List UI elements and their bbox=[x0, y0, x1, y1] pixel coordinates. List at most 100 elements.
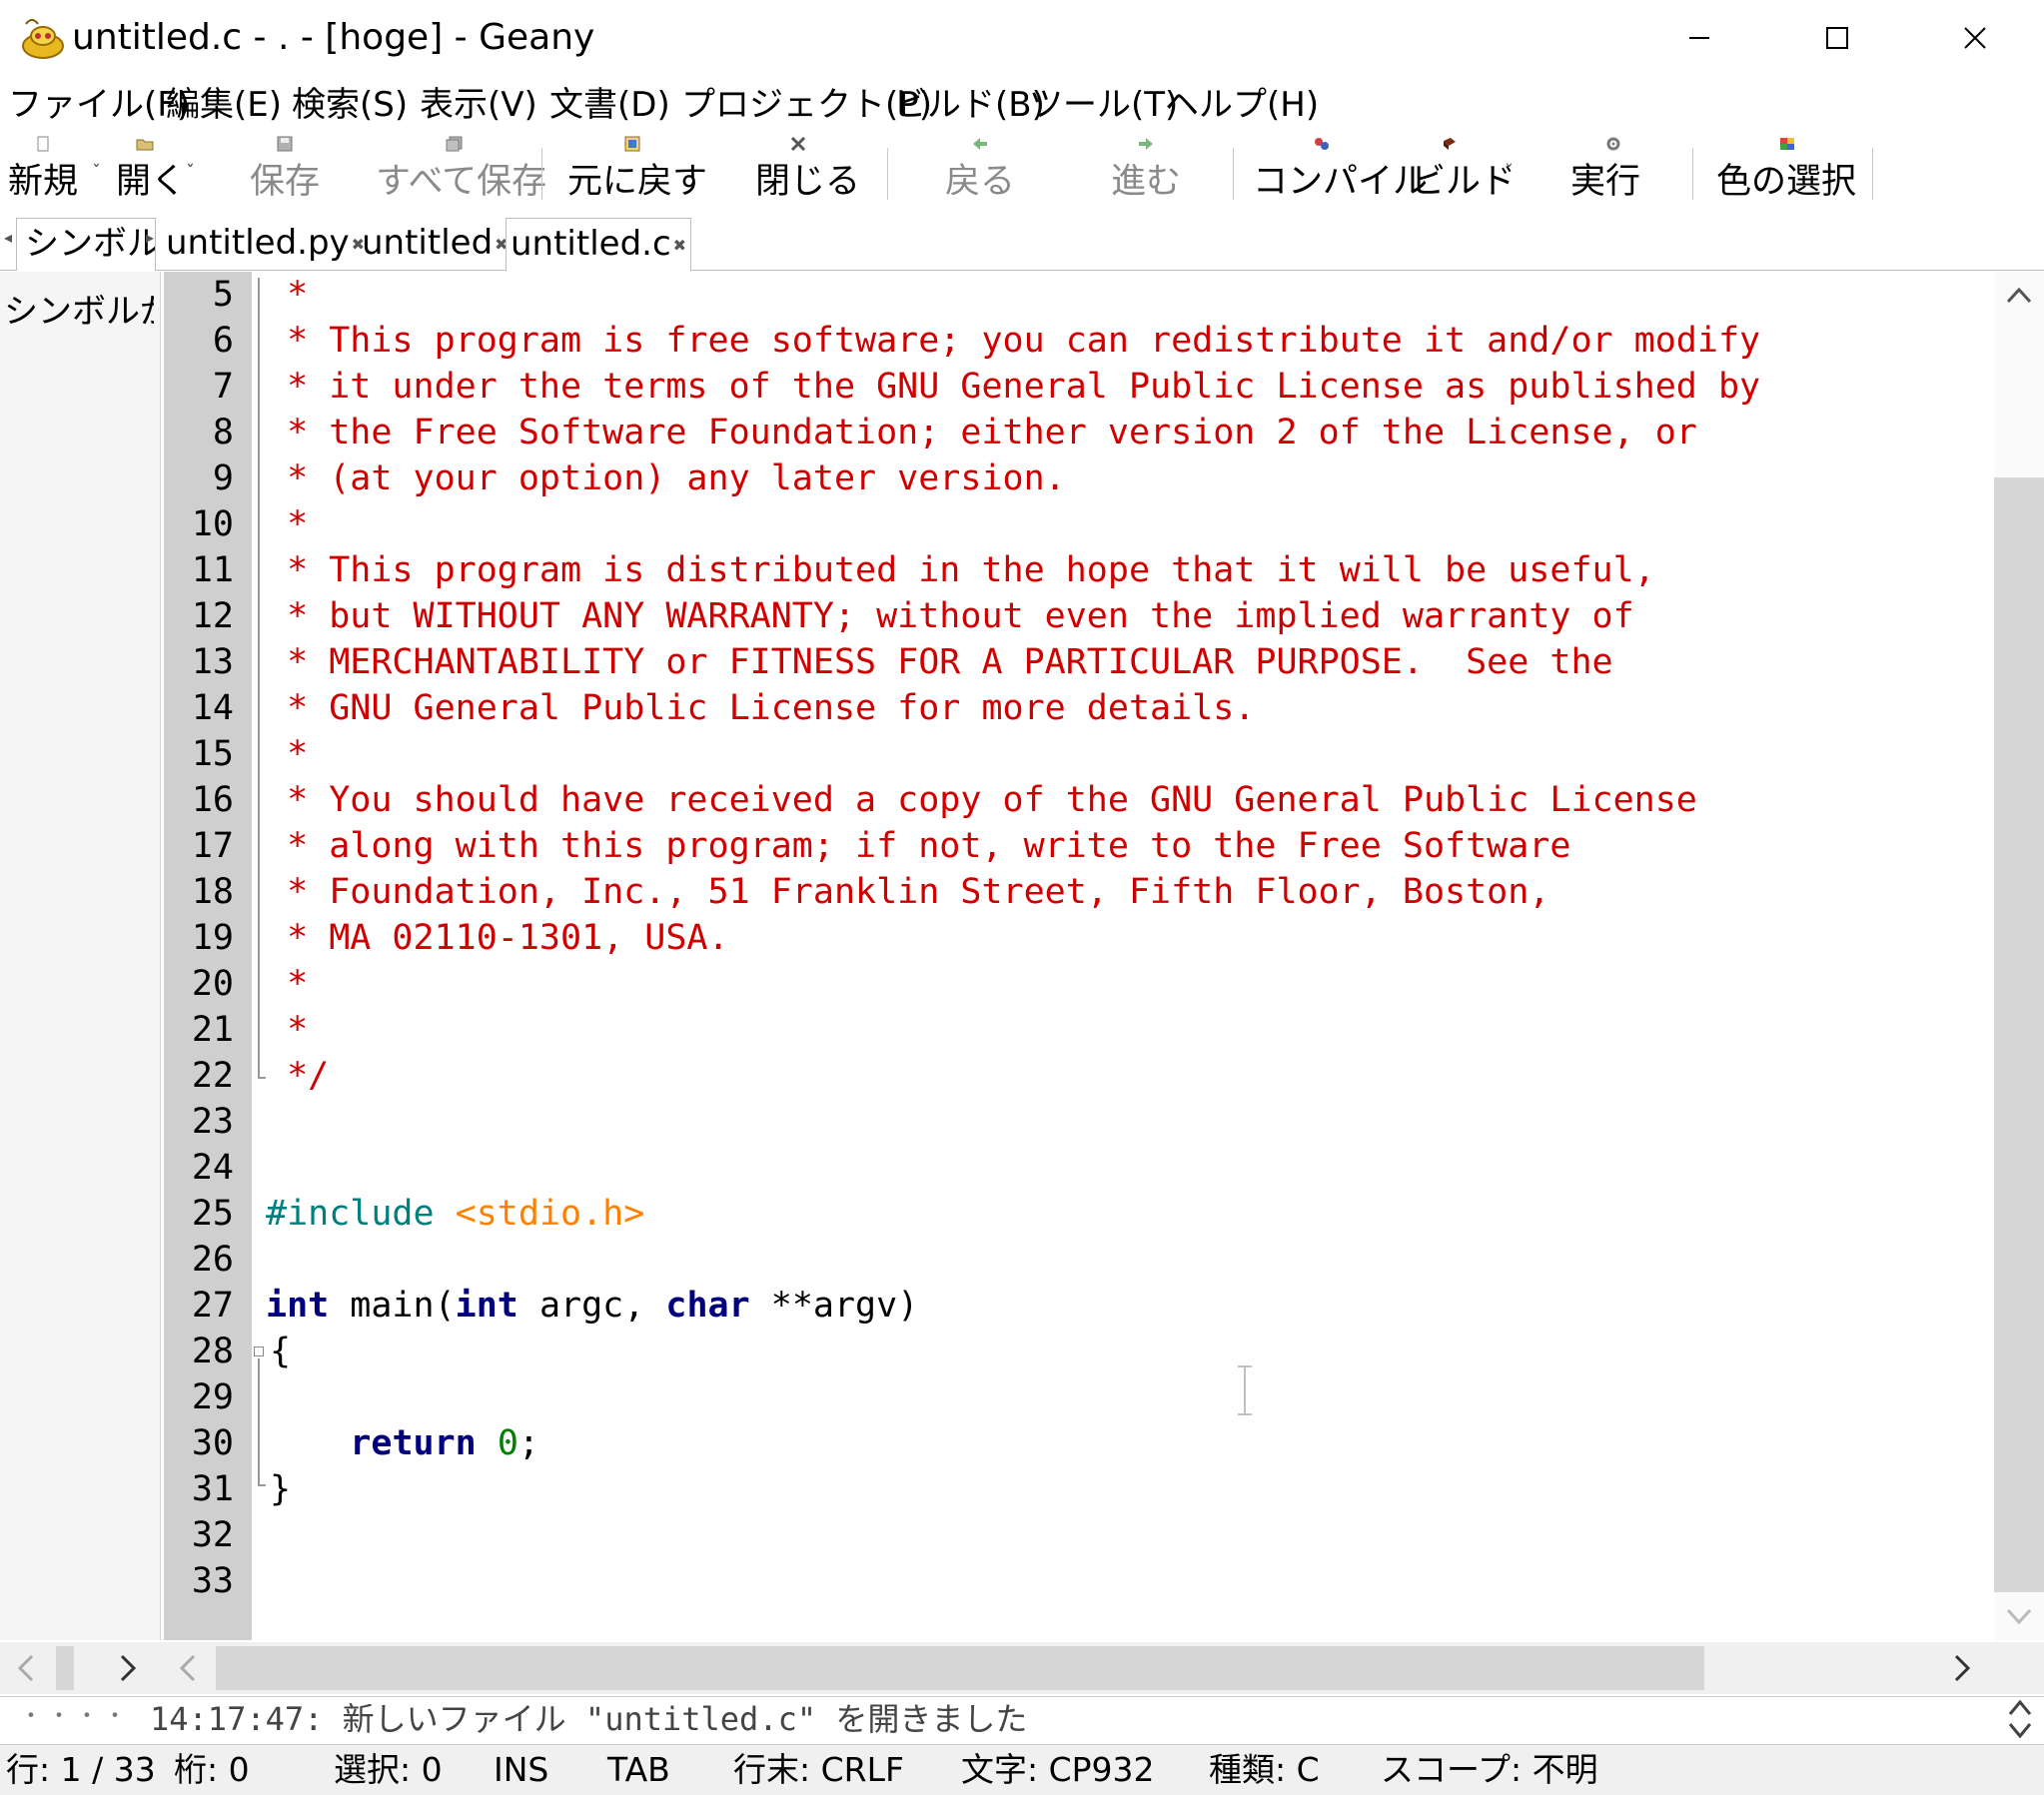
tab-scroll-left-icon[interactable]: ◂ bbox=[4, 228, 12, 247]
save-icon bbox=[277, 136, 293, 152]
dropdown-arrow-icon: ˇ bbox=[1505, 162, 1514, 183]
line-number: 33 bbox=[191, 1561, 234, 1601]
run-button[interactable]: 実行 bbox=[1558, 132, 1678, 212]
code-line: * (at your option) any later version. bbox=[266, 458, 1066, 498]
compile-button[interactable]: コンパイル bbox=[1249, 132, 1428, 212]
line-number: 22 bbox=[191, 1056, 234, 1096]
geany-app-icon bbox=[18, 14, 68, 64]
fold-line bbox=[258, 278, 260, 1079]
sidebar-hscroll-track[interactable] bbox=[72, 1646, 158, 1690]
code-line: * bbox=[266, 504, 309, 544]
revert-button[interactable]: 元に戻す bbox=[559, 132, 709, 212]
status-scope: スコープ: 不明 bbox=[1381, 1750, 1598, 1789]
code-line: * it under the terms of the GNU General … bbox=[266, 367, 1761, 407]
scroll-down-icon[interactable] bbox=[2004, 1606, 2034, 1632]
color-chooser-button[interactable]: 色の選択 bbox=[1706, 132, 1876, 212]
sidebar-hscroll-thumb[interactable] bbox=[56, 1646, 74, 1690]
code-line-close-brace: } bbox=[270, 1469, 292, 1509]
code-line: * the Free Software Foundation; either v… bbox=[266, 413, 1697, 452]
horizontal-scrollbar-thumb[interactable] bbox=[216, 1646, 1704, 1690]
code-line: * bbox=[266, 734, 309, 774]
code-line: * bbox=[266, 964, 309, 1004]
line-number: 31 bbox=[191, 1469, 234, 1509]
code-line: * MERCHANTABILITY or FITNESS FOR A PARTI… bbox=[266, 642, 1613, 682]
menu-build[interactable]: ビルド(B) bbox=[893, 80, 1045, 130]
open-button[interactable]: 開く ˇ bbox=[110, 132, 200, 212]
tab-close-icon[interactable]: ✖ bbox=[673, 236, 686, 255]
scroll-left-icon[interactable] bbox=[176, 1652, 200, 1688]
sidebar-tab-symbols[interactable]: シンボル bbox=[16, 218, 156, 271]
tab-untitled-c[interactable]: untitled.c ✖ bbox=[506, 218, 692, 272]
status-column: 桁: 0 bbox=[174, 1750, 250, 1789]
menu-file[interactable]: ファイル(F) bbox=[8, 80, 190, 130]
line-number: 6 bbox=[212, 321, 234, 361]
build-button[interactable]: ビルド ˇ bbox=[1409, 132, 1519, 212]
line-number: 20 bbox=[191, 964, 234, 1004]
code-line: * bbox=[266, 1010, 309, 1050]
line-number: 8 bbox=[212, 413, 234, 452]
toolbar: 新規 ˇ 開く ˇ 保存 すべて保存 元に戻す 閉じる 戻る 進む コンパイル … bbox=[0, 132, 2044, 212]
line-number: 9 bbox=[212, 458, 234, 498]
minimize-button[interactable] bbox=[1630, 0, 1768, 76]
code-line: * GNU General Public License for more de… bbox=[266, 688, 1256, 728]
sidebar-scroll-left-icon[interactable] bbox=[14, 1652, 38, 1688]
dropdown-arrow-icon: ˇ bbox=[186, 162, 195, 183]
menu-edit[interactable]: 編集(E) bbox=[166, 80, 282, 130]
scroll-right-icon[interactable] bbox=[1950, 1652, 1974, 1688]
fold-line-end bbox=[258, 1077, 266, 1079]
vertical-scrollbar-thumb[interactable] bbox=[1994, 477, 2044, 1592]
maximize-button[interactable] bbox=[1768, 0, 1906, 76]
toolbar-separator bbox=[1692, 148, 1693, 200]
new-button[interactable]: 新規 ˇ bbox=[0, 132, 110, 212]
menu-search[interactable]: 検索(S) bbox=[292, 80, 408, 130]
status-encoding: 文字: CP932 bbox=[961, 1750, 1155, 1789]
code-line-main: int main(int argc, char **argv) bbox=[266, 1286, 919, 1326]
code-line: * but WITHOUT ANY WARRANTY; without even… bbox=[266, 596, 1634, 636]
tab-scroll-right-icon[interactable]: ▸ bbox=[146, 228, 154, 247]
status-line: 行: 1 / 33 bbox=[6, 1750, 156, 1789]
open-folder-icon bbox=[136, 139, 154, 151]
close-icon bbox=[1964, 27, 1986, 49]
dropdown-arrow-icon: ˇ bbox=[92, 162, 101, 183]
line-number: 12 bbox=[191, 596, 234, 636]
tab-row: ◂ シンボル ▸ untitled.py ✖ untitled ✖ untitled… bbox=[0, 214, 2044, 272]
code-line-return: return 0; bbox=[350, 1423, 539, 1463]
forward-button[interactable]: 進む bbox=[1085, 132, 1205, 212]
message-scroll-icon[interactable] bbox=[2006, 1698, 2034, 1744]
menu-document[interactable]: 文書(D) bbox=[549, 80, 670, 130]
code-line: * Foundation, Inc., 51 Franklin Street, … bbox=[266, 872, 1550, 912]
status-filetype: 種類: C bbox=[1209, 1750, 1320, 1789]
line-number: 26 bbox=[191, 1240, 234, 1280]
menu-view[interactable]: 表示(V) bbox=[420, 80, 537, 130]
minimize-icon bbox=[1689, 37, 1709, 39]
toolbar-separator bbox=[1872, 148, 1873, 200]
code-line: * You should have received a copy of the… bbox=[266, 780, 1697, 820]
code-line: * along with this program; if not, write… bbox=[266, 826, 1571, 866]
scroll-up-icon[interactable] bbox=[2004, 284, 2034, 310]
tab-untitled-py[interactable]: untitled.py ✖ bbox=[166, 218, 365, 270]
build-brick-icon bbox=[1444, 138, 1456, 150]
code-line-include: #include <stdio.h> bbox=[266, 1194, 645, 1234]
status-selection: 選択: 0 bbox=[334, 1750, 443, 1789]
message-tab-icon[interactable]: ・・・・ bbox=[20, 1698, 132, 1730]
line-number: 32 bbox=[191, 1515, 234, 1555]
sidebar-panel bbox=[0, 272, 161, 1640]
fold-line bbox=[258, 1358, 260, 1486]
menu-tools[interactable]: ツール(T) bbox=[1029, 80, 1178, 130]
close-file-button[interactable]: 閉じる bbox=[739, 132, 860, 212]
line-number: 18 bbox=[191, 872, 234, 912]
sidebar-scroll-right-icon[interactable] bbox=[116, 1652, 140, 1688]
tab-untitled[interactable]: untitled ✖ bbox=[362, 218, 509, 270]
close-file-icon bbox=[790, 136, 806, 152]
close-window-button[interactable] bbox=[1906, 0, 2044, 76]
fold-toggle-icon[interactable] bbox=[254, 1346, 264, 1356]
menu-help[interactable]: ヘルプ(H) bbox=[1165, 80, 1319, 130]
save-button[interactable]: 保存 bbox=[236, 132, 336, 212]
code-line: * This program is distributed in the hop… bbox=[266, 550, 1655, 590]
code-line-open-brace: { bbox=[270, 1332, 292, 1371]
save-all-button[interactable]: すべて保存 bbox=[366, 132, 546, 212]
back-button[interactable]: 戻る bbox=[919, 132, 1039, 212]
menu-bar: ファイル(F) 編集(E) 検索(S) 表示(V) 文書(D) プロジェクト(P… bbox=[0, 80, 2044, 130]
line-number: 23 bbox=[191, 1102, 234, 1142]
status-indent-mode: TAB bbox=[607, 1750, 670, 1789]
